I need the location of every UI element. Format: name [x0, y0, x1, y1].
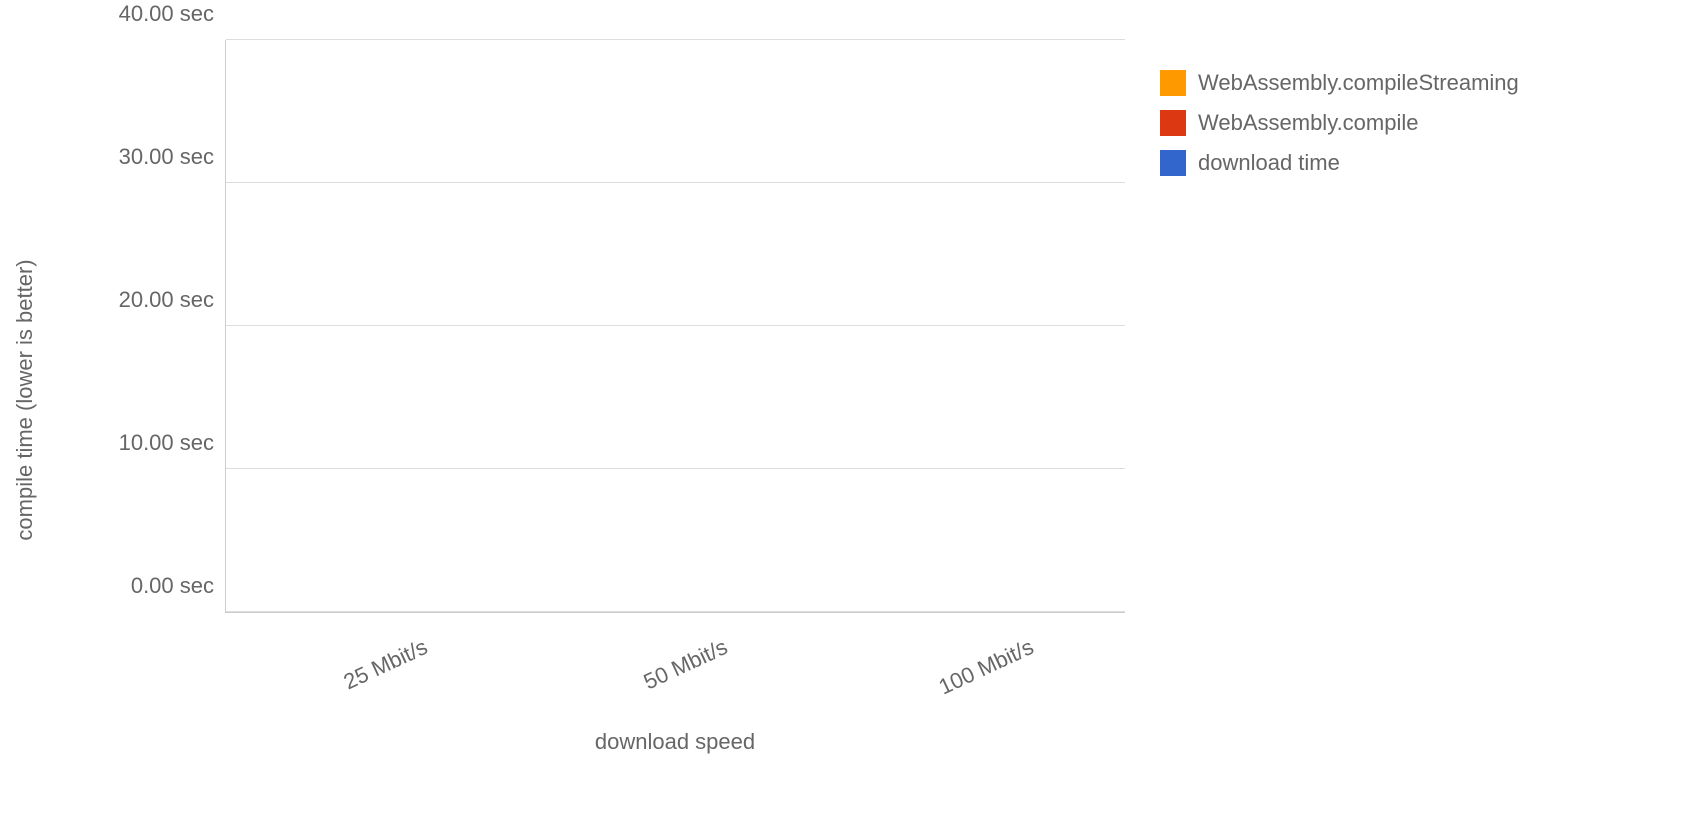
- y-tick-1: 10.00 sec: [119, 430, 214, 456]
- legend-item: WebAssembly.compile: [1160, 110, 1519, 136]
- legend-label: WebAssembly.compile: [1198, 110, 1418, 136]
- legend-swatch-icon: [1160, 70, 1186, 96]
- y-tick-0: 0.00 sec: [131, 573, 214, 599]
- y-tick-3: 30.00 sec: [119, 144, 214, 170]
- y-tick-2: 20.00 sec: [119, 287, 214, 313]
- y-tick-4: 40.00 sec: [119, 1, 214, 27]
- plot-area: 0.00 sec 10.00 sec 20.00 sec 30.00 sec 4…: [225, 40, 1125, 613]
- bar-group: 50 Mbit/s: [526, 40, 826, 612]
- x-axis-label: download speed: [225, 729, 1125, 755]
- legend: WebAssembly.compileStreaming WebAssembly…: [1160, 70, 1519, 190]
- bar-group: 100 Mbit/s: [826, 40, 1126, 612]
- y-axis-label: compile time (lower is better): [12, 259, 38, 540]
- legend-item: download time: [1160, 150, 1519, 176]
- x-tick-2: 100 Mbit/s: [935, 634, 1038, 700]
- x-tick-1: 50 Mbit/s: [640, 634, 732, 695]
- bar-group: 25 Mbit/s: [226, 40, 526, 612]
- legend-label: download time: [1198, 150, 1340, 176]
- legend-label: WebAssembly.compileStreaming: [1198, 70, 1519, 96]
- legend-item: WebAssembly.compileStreaming: [1160, 70, 1519, 96]
- x-tick-0: 25 Mbit/s: [340, 634, 432, 695]
- legend-swatch-icon: [1160, 110, 1186, 136]
- chart: compile time (lower is better) 0.00 sec …: [40, 20, 1170, 780]
- legend-swatch-icon: [1160, 150, 1186, 176]
